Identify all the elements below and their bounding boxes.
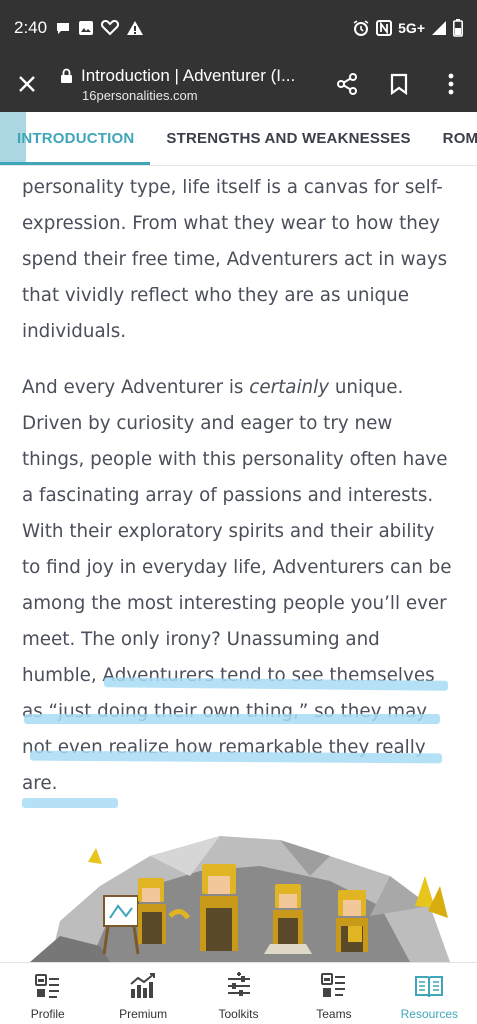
heart-icon <box>101 20 120 36</box>
status-bar: 2:40 5G+ <box>0 0 477 56</box>
share-button[interactable] <box>321 56 373 112</box>
close-button[interactable] <box>0 56 54 112</box>
article-paragraph: personality type, life itself is a canva… <box>22 177 448 342</box>
nav-profile[interactable]: Profile <box>0 963 95 1024</box>
more-vert-icon <box>448 73 454 95</box>
notification-icons <box>55 20 144 36</box>
nav-label: Premium <box>119 1007 168 1021</box>
nfc-icon <box>376 20 393 36</box>
chat-bubble-icon <box>55 20 71 36</box>
section-tabs: INTRODUCTION STRENGTHS AND WEAKNESSES RO… <box>0 112 477 166</box>
nav-label: Profile <box>30 1007 65 1021</box>
page-domain: 16personalities.com <box>82 87 198 103</box>
url-block[interactable]: Introduction | Adventurer (I... 16person… <box>60 66 321 103</box>
page-title: Introduction | Adventurer (I... <box>81 65 296 85</box>
warning-icon <box>126 20 144 36</box>
highlight-mark <box>24 714 440 724</box>
nav-label: Resources <box>400 1007 458 1021</box>
browser-toolbar: Introduction | Adventurer (I... 16person… <box>0 56 477 112</box>
nav-premium[interactable]: Premium <box>95 963 190 1024</box>
profile-icon <box>34 974 59 998</box>
tab-romantic-relationships[interactable]: ROMANTIC RELATIONSHIPS <box>427 112 477 165</box>
article-body: personality type, life itself is a canva… <box>22 170 454 822</box>
article-paragraph: And every Adventurer is certainly unique… <box>22 370 454 802</box>
tab-strengths-weaknesses[interactable]: STRENGTHS AND WEAKNESSES <box>150 112 426 165</box>
share-icon <box>337 73 357 95</box>
nav-resources[interactable]: Resources <box>382 963 477 1024</box>
battery-icon <box>453 19 463 37</box>
toolkits-sliders-icon <box>227 972 250 996</box>
nav-label: Toolkits <box>218 1007 259 1021</box>
nav-toolkits[interactable]: Toolkits <box>191 963 286 1024</box>
lock-icon <box>61 68 72 83</box>
emphasis-text: certainly <box>249 377 330 398</box>
bookmark-icon <box>390 73 408 95</box>
more-options-button[interactable] <box>425 56 477 112</box>
alarm-icon <box>352 19 370 37</box>
close-icon <box>19 76 35 92</box>
text-span: And every Adventurer is <box>22 377 250 398</box>
highlight-mark <box>22 798 118 808</box>
text-span: unique. Driven by curiosity and eager to… <box>22 377 452 794</box>
status-time: 2:40 <box>14 18 48 37</box>
bottom-navigation: Profile Premium Toolkits Teams Resources <box>0 962 477 1024</box>
teams-icon <box>320 973 345 997</box>
network-type: 5G+ <box>398 20 425 36</box>
nav-teams[interactable]: Teams <box>286 963 381 1024</box>
signal-icon <box>431 20 447 36</box>
premium-chart-icon <box>130 973 156 998</box>
adventurers-illustration <box>30 836 450 962</box>
image-icon <box>78 20 94 36</box>
nav-label: Teams <box>316 1007 352 1021</box>
resources-book-icon <box>415 976 444 998</box>
system-icons: 5G+ <box>352 19 463 37</box>
tab-introduction[interactable]: INTRODUCTION <box>0 112 151 165</box>
bookmark-button[interactable] <box>373 56 425 112</box>
